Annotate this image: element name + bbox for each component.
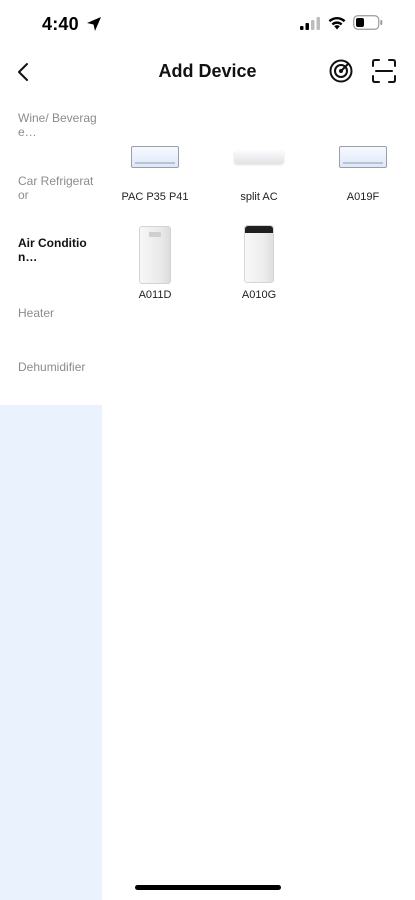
category-car-refrigerator[interactable]: Car Refrigerator — [18, 174, 98, 202]
qr-scan-icon[interactable] — [371, 58, 397, 84]
status-bar: 4:40 — [0, 0, 415, 50]
device-item[interactable]: A010G — [214, 222, 304, 306]
window-ac-image — [131, 146, 179, 168]
device-item[interactable]: PAC P35 P41 — [110, 140, 200, 210]
portable-ac-white-image — [139, 226, 171, 284]
device-label: A010G — [241, 289, 277, 301]
home-indicator[interactable] — [135, 885, 281, 890]
device-label: split AC — [240, 191, 278, 203]
cellular-signal-icon — [300, 17, 320, 30]
device-label: PAC P35 P41 — [121, 191, 189, 203]
device-item[interactable]: split AC — [214, 140, 304, 210]
category-wine-beverage[interactable]: Wine/ Beverage… — [18, 111, 98, 139]
device-item[interactable]: A019F — [318, 140, 408, 210]
sidebar-background — [0, 405, 102, 900]
nav-bar: Add Device — [0, 50, 415, 94]
device-item[interactable]: A011D — [110, 222, 200, 306]
category-dehumidifier[interactable]: Dehumidifier — [18, 360, 98, 374]
portable-ac-black-top-image — [244, 225, 274, 283]
radar-scan-icon[interactable] — [328, 58, 354, 84]
split-ac-image — [234, 149, 284, 163]
category-air-conditioner[interactable]: Air Condition… — [18, 236, 98, 264]
category-sidebar: Wine/ Beverage… Car Refrigerator Air Con… — [0, 94, 102, 900]
device-label: A019F — [346, 191, 380, 203]
battery-icon — [353, 15, 383, 30]
status-time: 4:40 — [42, 14, 79, 34]
window-ac-image — [339, 146, 387, 168]
device-label: A011D — [138, 289, 172, 301]
location-arrow-icon — [87, 17, 101, 31]
wifi-icon — [328, 16, 346, 30]
category-heater[interactable]: Heater — [18, 306, 98, 320]
add-device-screen: 4:40 Add Device Wine/ Beverage… Car Refr… — [0, 0, 415, 900]
